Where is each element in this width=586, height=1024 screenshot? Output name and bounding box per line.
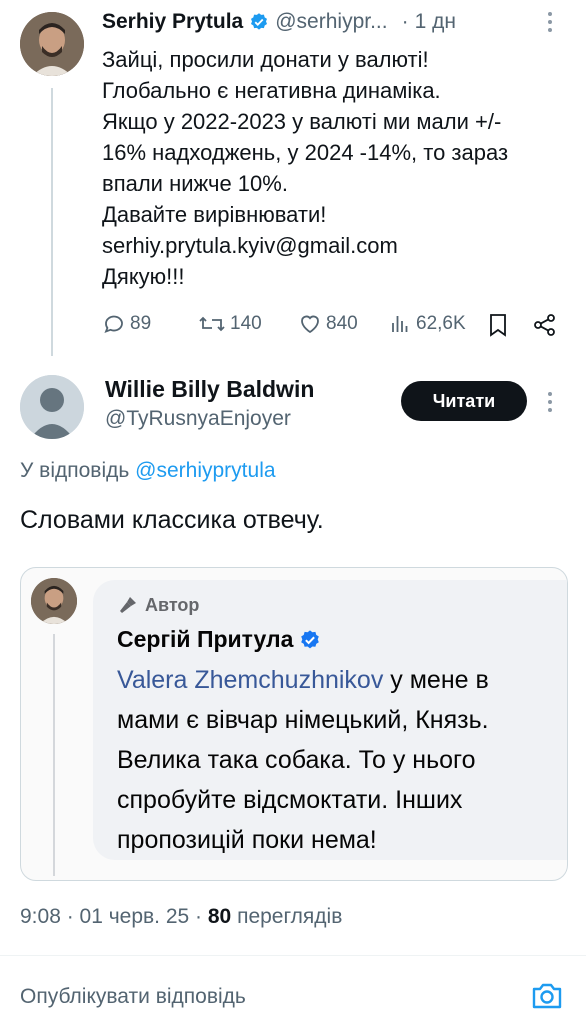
reply-views-label: переглядів bbox=[231, 905, 343, 928]
verified-badge-icon bbox=[301, 629, 320, 648]
media-line: спробуйте відсмоктати. Інших bbox=[117, 786, 463, 814]
tweet-text-line: serhiy.prytula.kyiv@gmail.com bbox=[102, 233, 398, 258]
media-line: мами є вівчар німецький, Князь. bbox=[117, 706, 489, 734]
camera-icon[interactable] bbox=[530, 980, 564, 1017]
views-count: 62,6K bbox=[416, 313, 466, 334]
follow-button[interactable]: Читати bbox=[401, 381, 527, 421]
tweet-text-line: Глобально є негативна динаміка. bbox=[102, 78, 441, 103]
media-author-label: Автор bbox=[145, 594, 200, 615]
compose-reply-input[interactable]: Опублікувати відповідь bbox=[20, 985, 246, 1009]
tweet-author-name[interactable]: Serhiy Prytula bbox=[102, 10, 243, 34]
repost-button[interactable]: 140 bbox=[198, 312, 262, 336]
tweet-text-line: Дякую!!! bbox=[102, 264, 185, 289]
replying-mention-link[interactable]: @serhiyprytula bbox=[135, 459, 275, 482]
bookmark-button[interactable] bbox=[486, 312, 514, 338]
repost-count: 140 bbox=[230, 313, 262, 334]
media-tag: Valera Zhemchuzhnikov bbox=[117, 666, 384, 694]
reply-button[interactable]: 89 bbox=[102, 312, 151, 336]
more-icon[interactable] bbox=[538, 388, 562, 421]
verified-badge-icon bbox=[249, 12, 269, 32]
reply-meta: 9:08 · 01 черв. 25 · 80 переглядів bbox=[20, 905, 342, 929]
media-line: Велика така собака. То у нього bbox=[117, 746, 476, 774]
share-icon bbox=[534, 314, 555, 336]
divider bbox=[0, 955, 586, 956]
reply-text: Словами классика отвечу. bbox=[20, 506, 324, 534]
tweet-author-handle[interactable]: @serhiypr... bbox=[275, 10, 387, 34]
reply-media-image[interactable]: Автор Сергій Притула Valera Zhemchuzhnik… bbox=[20, 567, 568, 881]
views-button[interactable]: 62,6K bbox=[388, 312, 466, 336]
media-thread-line bbox=[53, 634, 55, 876]
more-icon[interactable] bbox=[538, 8, 562, 41]
tweet-text: Зайці, просили донати у валюті! Глобальн… bbox=[102, 44, 572, 292]
like-count: 840 bbox=[326, 313, 358, 334]
tweet-text-line: Зайці, просили донати у валюті! bbox=[102, 47, 429, 72]
tweet-text-line: Якщо у 2022-2023 у валюті ми мали +/- bbox=[102, 109, 502, 134]
replying-to: У відповідь @serhiyprytula bbox=[20, 459, 276, 483]
reply-views-count: 80 bbox=[207, 905, 232, 928]
like-button[interactable]: 840 bbox=[298, 312, 358, 336]
tweet-author-avatar[interactable] bbox=[20, 12, 84, 76]
views-icon bbox=[392, 316, 408, 332]
media-name-text: Сергій Притула bbox=[117, 626, 294, 652]
like-icon bbox=[301, 315, 319, 334]
reply-author-handle[interactable]: @TyRusnyaEnjoyer bbox=[105, 407, 291, 431]
media-line: пропозицій поки нема! bbox=[117, 826, 377, 854]
reply-author-name[interactable]: Willie Billy Baldwin bbox=[105, 376, 314, 403]
separator: · bbox=[401, 10, 409, 33]
tweet-time[interactable]: 1 дн bbox=[415, 10, 456, 34]
media-comment-text: Valera Zhemchuzhnikov у мене в мами є ві… bbox=[117, 660, 567, 860]
bookmark-icon bbox=[490, 314, 506, 337]
replying-prefix: У відповідь bbox=[20, 459, 130, 482]
reply-count: 89 bbox=[130, 313, 152, 334]
tweet-text-line: впали нижче 10%. bbox=[102, 171, 288, 196]
share-button[interactable] bbox=[532, 312, 562, 338]
tweet-actions: 89 140 840 62,6K bbox=[102, 312, 572, 342]
reply-icon bbox=[104, 315, 123, 334]
media-author-badge: Автор bbox=[117, 594, 199, 616]
reply-author-avatar[interactable] bbox=[20, 375, 84, 439]
thread-line bbox=[51, 88, 53, 356]
tweet-text-line: 16% надходжень, у 2024 -14%, то зараз bbox=[102, 140, 509, 165]
tweet-header: Serhiy Prytula @serhiypr... · 1 дн bbox=[102, 10, 456, 34]
reply-timestamp[interactable]: 9:08 · 01 черв. 25 · bbox=[20, 905, 208, 928]
mic-icon bbox=[120, 597, 136, 613]
repost-icon bbox=[199, 316, 225, 332]
tweet-text-line: Давайте вирівнювати! bbox=[102, 202, 327, 227]
media-avatar bbox=[31, 578, 77, 624]
media-line: у мене в bbox=[383, 666, 489, 694]
media-name: Сергій Притула bbox=[117, 626, 321, 653]
